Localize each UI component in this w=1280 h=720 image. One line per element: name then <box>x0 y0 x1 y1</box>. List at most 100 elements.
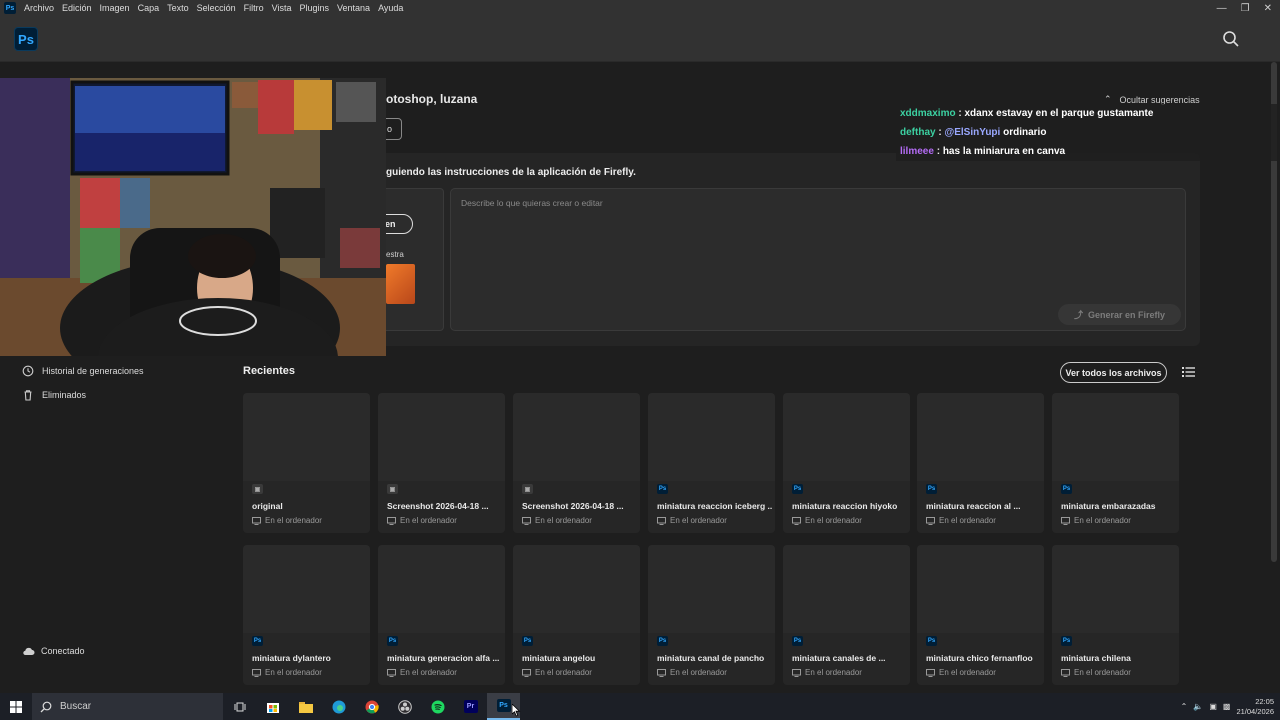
file-thumbnail <box>1052 545 1179 633</box>
sample-thumbnail[interactable] <box>386 264 415 304</box>
file-name: original <box>252 501 283 511</box>
webcam-image <box>0 78 386 356</box>
menu-item-filtro[interactable]: Filtro <box>240 3 268 13</box>
menu-item-plugins[interactable]: Plugins <box>296 3 334 13</box>
file-location-label: En el ordenador <box>1074 668 1131 677</box>
file-location: En el ordenador <box>252 516 322 525</box>
computer-icon <box>1061 516 1070 525</box>
photoshop-logo[interactable]: Ps <box>14 27 38 51</box>
file-thumbnail <box>1052 393 1179 481</box>
sidebar-item-deleted[interactable]: Eliminados <box>22 389 86 401</box>
file-location-label: En el ordenador <box>805 516 862 525</box>
file-name: miniatura canal de pancho <box>657 653 765 663</box>
menu-item-ventana[interactable]: Ventana <box>333 3 374 13</box>
chat-username: defthay <box>900 127 936 138</box>
connection-status: Conectado <box>22 646 85 656</box>
view-all-files-button[interactable]: Ver todos los archivos <box>1060 362 1167 383</box>
history-icon <box>22 365 34 377</box>
webcam-overlay <box>0 78 386 356</box>
obs-icon[interactable] <box>388 693 421 720</box>
chat-text: xdanx estavay en el parque gustamante <box>964 108 1154 119</box>
file-location: En el ordenador <box>926 516 996 525</box>
sidebar-item-history[interactable]: Historial de generaciones <box>22 365 144 377</box>
file-card[interactable]: Ps miniatura reaccion iceberg ... En el or… <box>648 393 775 533</box>
chat-text: has la miniarura en canva <box>942 146 1066 157</box>
menu-item-archivo[interactable]: Archivo <box>20 3 58 13</box>
file-location-label: En el ordenador <box>939 516 996 525</box>
task-view-icon[interactable] <box>223 693 256 720</box>
edge-icon[interactable] <box>322 693 355 720</box>
generate-label: Generar en Firefly <box>1087 309 1166 320</box>
file-card[interactable]: Ps miniatura canal de pancho En el ordenad… <box>648 545 775 685</box>
file-explorer-icon[interactable] <box>289 693 322 720</box>
list-view-icon[interactable] <box>1182 366 1195 378</box>
file-name: Screenshot 2026-04-18 ... <box>522 501 624 511</box>
greeting-title: otoshop, luzana <box>386 92 478 106</box>
network-icon[interactable]: ▣ <box>1209 702 1217 711</box>
computer-icon <box>926 668 935 677</box>
chat-username: xddmaximo <box>900 108 956 119</box>
menu-bar: Ps Archivo Edición Imagen Capa Texto Selecció… <box>0 0 1280 16</box>
generate-firefly-button[interactable]: ⤴ Generar en Firefly <box>1058 304 1181 325</box>
file-name: Screenshot 2026-04-18 ... <box>387 501 489 511</box>
menu-item-vista[interactable]: Vista <box>268 3 296 13</box>
chat-mention: @ElSinYupi <box>944 127 1001 138</box>
file-card[interactable]: Ps miniatura generacion alfa ... En el ord… <box>378 545 505 685</box>
menu-item-capa[interactable]: Capa <box>134 3 164 13</box>
psd-file-icon: Ps <box>252 636 263 646</box>
ps-app-icon: Ps <box>4 2 16 14</box>
menu-item-imagen[interactable]: Imagen <box>96 3 134 13</box>
firefly-title: guiendo las instrucciones de la aplicaci… <box>386 167 636 178</box>
app-header: Ps <box>0 16 1280 62</box>
file-card[interactable]: Ps miniatura embarazadas En el ordenador <box>1052 393 1179 533</box>
clock[interactable]: 22:05 21/04/2026 <box>1236 697 1274 717</box>
store-icon[interactable] <box>256 693 289 720</box>
computer-icon <box>657 668 666 677</box>
menu-item-texto[interactable]: Texto <box>163 3 193 13</box>
file-location: En el ordenador <box>522 668 592 677</box>
volume-icon[interactable]: 🔈 <box>1193 702 1203 711</box>
minimize-icon[interactable]: — <box>1217 3 1227 14</box>
computer-icon <box>792 516 801 525</box>
computer-icon <box>252 516 261 525</box>
file-thumbnail <box>917 545 1044 633</box>
image-file-icon: ▣ <box>387 484 398 494</box>
file-card[interactable]: Ps miniatura chico fernanfloo En el ordena… <box>917 545 1044 685</box>
menu-item-selección[interactable]: Selección <box>193 3 240 13</box>
file-card[interactable]: ▣ Screenshot 2026-04-18 ... En el ordenado… <box>378 393 505 533</box>
file-name: miniatura reaccion hiyoko <box>792 501 898 511</box>
spotify-icon[interactable] <box>421 693 454 720</box>
file-name: miniatura generacion alfa ... <box>387 653 500 663</box>
taskbar-search[interactable]: Buscar <box>32 693 223 720</box>
menu-item-ayuda[interactable]: Ayuda <box>374 3 407 13</box>
chat-message: lilmeee : has la miniarura en canva <box>896 142 1280 161</box>
file-name: miniatura chico fernanfloo <box>926 653 1033 663</box>
computer-icon <box>387 668 396 677</box>
search-icon[interactable] <box>1222 30 1240 48</box>
psd-file-icon: Ps <box>792 484 803 494</box>
file-thumbnail <box>513 545 640 633</box>
file-name: miniatura chilena <box>1061 653 1131 663</box>
file-card[interactable]: Ps miniatura angelou En el ordenador <box>513 545 640 685</box>
close-icon[interactable]: ✕ <box>1264 3 1272 14</box>
chat-message: xddmaximo : xdanx estavay en el parque g… <box>896 104 1280 123</box>
file-card[interactable]: Ps miniatura reaccion hiyoko En el ordenad… <box>783 393 910 533</box>
file-card[interactable]: Ps miniatura canales de ... En el ordenado… <box>783 545 910 685</box>
premiere-icon[interactable]: Pr <box>454 693 487 720</box>
file-location: En el ordenador <box>522 516 592 525</box>
file-card[interactable]: Ps miniatura chilena En el ordenador <box>1052 545 1179 685</box>
file-card[interactable]: Ps miniatura dylantero En el ordenador <box>243 545 370 685</box>
psd-file-icon: Ps <box>926 636 937 646</box>
file-card[interactable]: Ps miniatura reaccion al ... En el ordenad… <box>917 393 1044 533</box>
start-button[interactable] <box>0 693 32 720</box>
file-location: En el ordenador <box>926 668 996 677</box>
file-location-label: En el ordenador <box>670 668 727 677</box>
notification-icon[interactable]: ▩ <box>1223 702 1231 711</box>
file-card[interactable]: ▣ Screenshot 2026-04-18 ... En el ordenado… <box>513 393 640 533</box>
file-location: En el ordenador <box>252 668 322 677</box>
file-card[interactable]: ▣ original En el ordenador <box>243 393 370 533</box>
chevron-up-icon[interactable]: ⌃ <box>1181 702 1188 711</box>
chrome-icon[interactable] <box>355 693 388 720</box>
menu-item-edición[interactable]: Edición <box>58 3 96 13</box>
restore-icon[interactable]: ❐ <box>1241 3 1250 14</box>
